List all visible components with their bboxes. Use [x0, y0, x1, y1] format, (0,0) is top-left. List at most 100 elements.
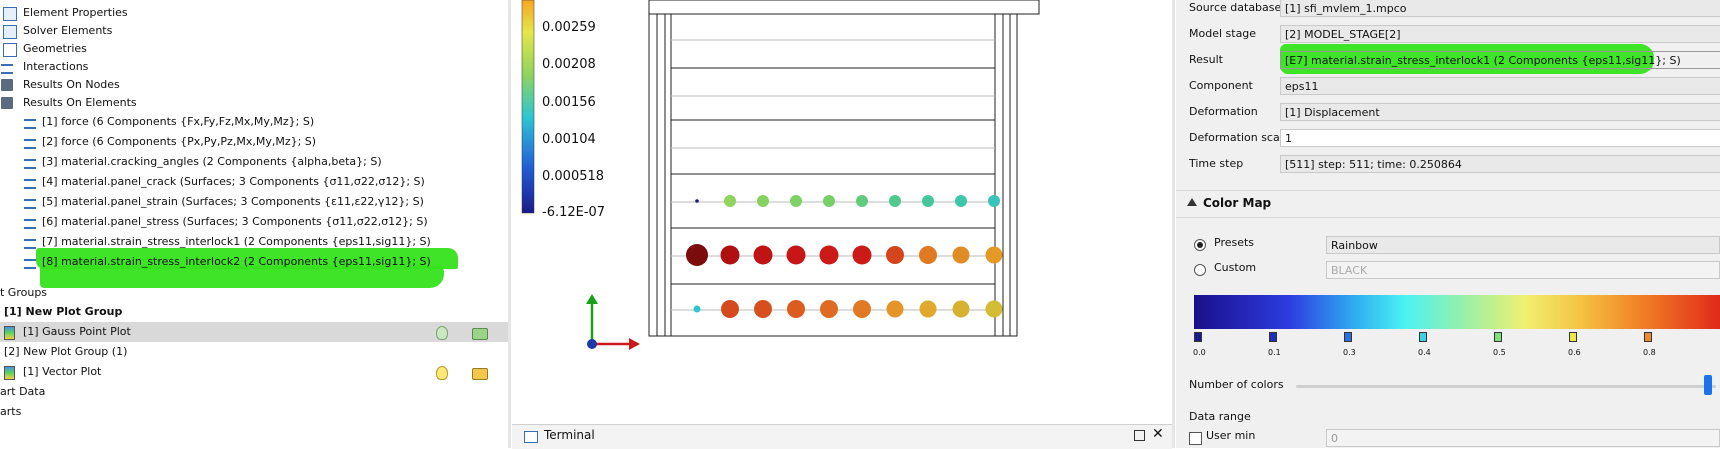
presets-radio[interactable]: [1194, 239, 1206, 251]
tree-item-element-properties[interactable]: Element Properties: [0, 3, 508, 23]
gauss-point: [889, 195, 901, 207]
tree-item-charts[interactable]: arts: [0, 402, 508, 422]
color-map-title: Color Map: [1203, 196, 1272, 210]
interactions-icon: [1, 64, 13, 74]
time-step-label: Time step: [1189, 157, 1244, 170]
model-stage-select[interactable]: [2] MODEL_STAGE[2]: [1280, 25, 1720, 43]
result-select[interactable]: [E7] material.strain_stress_interlock1 (…: [1280, 51, 1720, 69]
color-stop-label: 0.0: [1193, 348, 1206, 357]
component-select[interactable]: eps11: [1280, 77, 1720, 95]
model-stage-label: Model stage: [1189, 27, 1257, 40]
gauss-point: [856, 195, 868, 207]
result-item[interactable]: [4] material.panel_crack (Surfaces; 3 Co…: [0, 172, 508, 192]
gauss-point: [952, 300, 970, 318]
tree-item-gauss-point-plot[interactable]: [1] Gauss Point Plot: [0, 322, 508, 342]
slider-handle[interactable]: [1704, 375, 1712, 395]
color-stop-marker[interactable]: [1569, 332, 1577, 342]
gauss-point-row-middle: [686, 244, 1003, 266]
legend-tick-label: 0.000518: [542, 169, 605, 184]
result-item[interactable]: [3] material.cracking_angles (2 Componen…: [0, 152, 508, 172]
tree-item-results-on-nodes[interactable]: Results On Nodes: [0, 75, 508, 95]
gauss-point: [852, 245, 872, 265]
number-of-colors-slider[interactable]: [1296, 385, 1716, 388]
color-stop-label: 0.5: [1493, 348, 1506, 357]
tree-item-chart-data[interactable]: art Data: [0, 382, 508, 402]
time-step-select[interactable]: [511] step: 511; time: 0.250864: [1280, 155, 1720, 173]
3d-viewport[interactable]: 0.00259 0.00208 0.00156 0.00104 0.000518…: [512, 0, 1172, 420]
panel-splitter[interactable]: [508, 0, 511, 448]
result-list-icon: [24, 159, 36, 169]
user-min-checkbox[interactable]: [1189, 432, 1202, 445]
custom-color-field: BLACK: [1326, 261, 1720, 279]
color-stop-marker[interactable]: [1644, 332, 1652, 342]
terminal-dock[interactable]: Terminal ✕: [512, 424, 1172, 449]
result-item[interactable]: [2] force (6 Components {Px,Py,Pz,Mx,My,…: [0, 132, 508, 152]
legend-tick-label: 0.00156: [542, 95, 596, 110]
restore-icon[interactable]: [1134, 430, 1145, 441]
user-min-input[interactable]: 0: [1326, 429, 1720, 447]
terminal-icon: [524, 431, 538, 443]
result-item[interactable]: [8] material.strain_stress_interlock2 (2…: [0, 252, 508, 272]
result-list-icon: [24, 239, 36, 249]
source-database-select[interactable]: [1] sfi_mvlem_1.mpco: [1280, 0, 1720, 17]
gauss-point: [753, 245, 773, 265]
presets-select[interactable]: Rainbow: [1326, 236, 1720, 254]
gauss-point: [988, 195, 1000, 207]
tree-item-solver-elements[interactable]: Solver Elements: [0, 21, 508, 41]
result-item[interactable]: [6] material.panel_stress (Surfaces; 3 C…: [0, 212, 508, 232]
gauss-point: [985, 246, 1003, 264]
gauss-point: [790, 195, 802, 207]
gauss-point: [686, 244, 708, 266]
custom-radio[interactable]: [1194, 264, 1206, 276]
tree-item-geometries[interactable]: Geometries: [0, 39, 508, 59]
legend-tick-label: 0.00259: [542, 20, 596, 35]
gauss-point: [695, 199, 699, 203]
gauss-point: [787, 300, 805, 318]
result-item[interactable]: [7] material.strain_stress_interlock1 (2…: [0, 232, 508, 252]
color-stop-marker[interactable]: [1344, 332, 1352, 342]
lightbulb-icon[interactable]: [436, 366, 448, 380]
lock-icon[interactable]: [472, 328, 488, 340]
plot-colormap-icon: [4, 326, 15, 340]
panel-splitter[interactable]: [1172, 0, 1175, 448]
tree-item-plot-group-2[interactable]: [2] New Plot Group (1): [0, 342, 508, 362]
gauss-point-row-top: [695, 195, 1000, 207]
deformation-select[interactable]: [1] Displacement: [1280, 103, 1720, 121]
color-stop-marker[interactable]: [1269, 332, 1277, 342]
result-list-icon: [24, 119, 36, 129]
terminal-title: Terminal: [544, 428, 595, 442]
close-icon[interactable]: ✕: [1152, 426, 1164, 442]
color-stop-label: 0.3: [1343, 348, 1356, 357]
result-list-icon: [24, 259, 36, 269]
result-list-icon: [24, 219, 36, 229]
gauss-point: [724, 195, 736, 207]
color-stop-marker[interactable]: [1194, 332, 1202, 342]
tree-item-plot-group-1[interactable]: [1] New Plot Group: [0, 302, 508, 322]
color-stop-marker[interactable]: [1494, 332, 1502, 342]
result-list-icon: [24, 139, 36, 149]
collapse-triangle-icon[interactable]: [1187, 198, 1197, 206]
lightbulb-icon[interactable]: [436, 326, 448, 340]
custom-label: Custom: [1214, 261, 1257, 274]
tree-item-results-on-elements[interactable]: Results On Elements: [0, 93, 508, 113]
result-item[interactable]: [5] material.panel_strain (Surfaces; 3 C…: [0, 192, 508, 212]
legend-tick-label: 0.00208: [542, 57, 596, 72]
legend-tick-label: -6.12E-07: [542, 205, 606, 220]
color-stop-marker[interactable]: [1419, 332, 1427, 342]
tree-item-vector-plot[interactable]: [1] Vector Plot: [0, 362, 508, 382]
color-map-gradient-bar: [1194, 295, 1720, 329]
source-database-label: Source database: [1189, 1, 1282, 14]
result-item[interactable]: [1] force (6 Components {Fx,Fy,Fz,Mx,My,…: [0, 112, 508, 132]
color-stop-label: 0.8: [1643, 348, 1656, 357]
deformation-scale-input[interactable]: 1: [1280, 129, 1720, 147]
lock-icon[interactable]: [472, 368, 488, 380]
gauss-point-row-bottom: [693, 300, 1003, 318]
legend-tick-label: 0.00104: [542, 132, 596, 147]
gauss-point: [886, 300, 904, 318]
deformation-scale-label: Deformation scale: [1189, 131, 1290, 144]
gauss-point: [985, 300, 1003, 318]
color-map-section-header[interactable]: Color Map: [1176, 190, 1720, 218]
gauss-point: [721, 300, 739, 318]
tree-item-interactions[interactable]: Interactions: [0, 57, 508, 77]
tree-item-plot-groups[interactable]: t Groups: [0, 283, 508, 303]
